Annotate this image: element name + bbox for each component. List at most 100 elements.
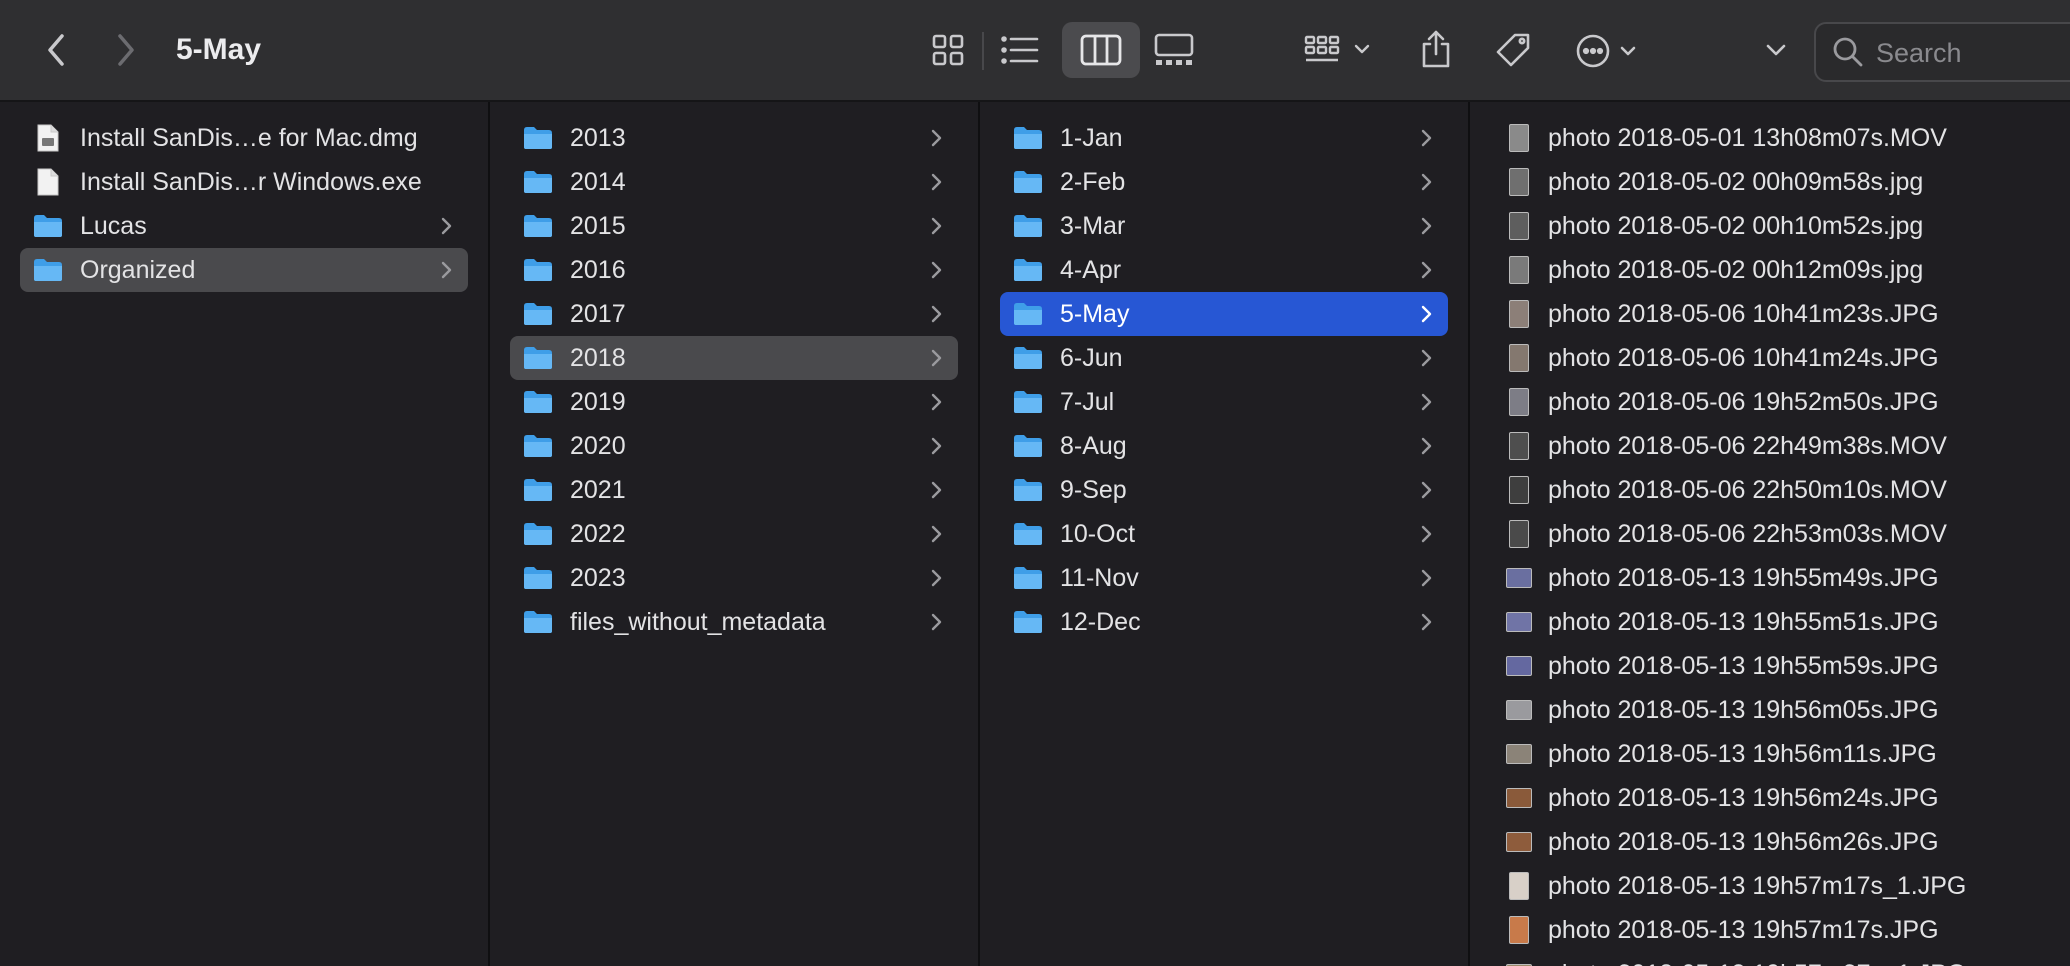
- file-item[interactable]: photo 2018-05-13 19h57m17s.JPG: [1506, 908, 2070, 952]
- back-icon[interactable]: [36, 30, 76, 70]
- folder-item[interactable]: files_without_metadata: [510, 600, 958, 644]
- folder-item[interactable]: 9-Sep: [1000, 468, 1448, 512]
- file-item[interactable]: photo 2018-05-13 19h56m26s.JPG: [1506, 820, 2070, 864]
- folder-item[interactable]: 2015: [510, 204, 958, 248]
- file-item[interactable]: Install SanDis…r Windows.exe: [20, 160, 468, 204]
- file-item[interactable]: photo 2018-05-13 19h55m51s.JPG: [1506, 600, 2070, 644]
- folder-icon: [1012, 344, 1044, 372]
- item-label: 2014: [570, 167, 626, 196]
- item-label: 1-Jan: [1060, 123, 1123, 152]
- file-item[interactable]: photo 2018-05-13 19h57m17s_1.JPG: [1506, 864, 2070, 908]
- forward-icon[interactable]: [106, 30, 146, 70]
- item-label: 2016: [570, 255, 626, 284]
- folder-icon: [1012, 564, 1044, 592]
- item-label: 9-Sep: [1060, 475, 1127, 504]
- file-item[interactable]: photo 2018-05-02 00h09m58s.jpg: [1506, 160, 2070, 204]
- item-label: 2015: [570, 211, 626, 240]
- folder-item[interactable]: 2017: [510, 292, 958, 336]
- toolbar-divider: [982, 32, 984, 70]
- image-thumbnail-icon: [1506, 959, 1532, 966]
- file-item[interactable]: photo 2018-05-06 10h41m24s.JPG: [1506, 336, 2070, 380]
- folder-item[interactable]: Lucas: [20, 204, 468, 248]
- folder-item[interactable]: 2-Feb: [1000, 160, 1448, 204]
- file-item[interactable]: photo 2018-05-13 19h55m59s.JPG: [1506, 644, 2070, 688]
- more-actions-icon[interactable]: [1574, 26, 1648, 76]
- folder-item[interactable]: 2022: [510, 512, 958, 556]
- chevron-right-icon: [930, 126, 944, 150]
- chevron-right-icon: [930, 522, 944, 546]
- chevron-right-icon: [930, 390, 944, 414]
- folder-item[interactable]: 2013: [510, 116, 958, 160]
- folder-icon: [1012, 608, 1044, 636]
- item-label: 2023: [570, 563, 626, 592]
- folder-item[interactable]: 4-Apr: [1000, 248, 1448, 292]
- gallery-view-icon[interactable]: [1152, 28, 1196, 72]
- folder-item[interactable]: Organized: [20, 248, 468, 292]
- folder-item[interactable]: 11-Nov: [1000, 556, 1448, 600]
- column-1[interactable]: Install SanDis…e for Mac.dmg Install SanD…: [0, 102, 490, 966]
- item-label: photo 2018-05-13 19h55m59s.JPG: [1548, 651, 1939, 680]
- chevron-right-icon: [1420, 566, 1434, 590]
- folder-item[interactable]: 2014: [510, 160, 958, 204]
- tag-icon[interactable]: [1488, 26, 1538, 76]
- file-item[interactable]: photo 2018-05-13 19h56m11s.JPG: [1506, 732, 2070, 776]
- folder-item[interactable]: 10-Oct: [1000, 512, 1448, 556]
- folder-item[interactable]: 2021: [510, 468, 958, 512]
- folder-icon: [1012, 300, 1044, 328]
- folder-item[interactable]: 7-Jul: [1000, 380, 1448, 424]
- folder-icon: [522, 344, 554, 372]
- file-item[interactable]: photo 2018-05-06 22h49m38s.MOV: [1506, 424, 2070, 468]
- folder-item[interactable]: 1-Jan: [1000, 116, 1448, 160]
- file-item[interactable]: photo 2018-05-01 13h08m07s.MOV: [1506, 116, 2070, 160]
- folder-item[interactable]: 2019: [510, 380, 958, 424]
- search-field[interactable]: [1814, 22, 2070, 82]
- file-item[interactable]: photo 2018-05-06 22h53m03s.MOV: [1506, 512, 2070, 556]
- item-label: photo 2018-05-02 00h12m09s.jpg: [1548, 255, 1924, 284]
- folder-item[interactable]: 2020: [510, 424, 958, 468]
- file-item[interactable]: photo 2018-05-02 00h12m09s.jpg: [1506, 248, 2070, 292]
- file-item[interactable]: photo 2018-05-13 19h56m05s.JPG: [1506, 688, 2070, 732]
- column-4[interactable]: photo 2018-05-01 13h08m07s.MOV photo 2018…: [1470, 102, 2070, 966]
- folder-icon: [522, 520, 554, 548]
- image-thumbnail-icon: [1506, 739, 1532, 769]
- chevron-down-icon[interactable]: [1756, 30, 1796, 70]
- item-label: photo 2018-05-13 19h56m24s.JPG: [1548, 783, 1939, 812]
- item-label: 2018: [570, 343, 626, 372]
- folder-item[interactable]: 3-Mar: [1000, 204, 1448, 248]
- item-label: photo 2018-05-13 19h57m17s.JPG: [1548, 915, 1939, 944]
- file-item[interactable]: photo 2018-05-06 10h41m23s.JPG: [1506, 292, 2070, 336]
- folder-item[interactable]: 6-Jun: [1000, 336, 1448, 380]
- folder-item[interactable]: 2018: [510, 336, 958, 380]
- file-item[interactable]: Install SanDis…e for Mac.dmg: [20, 116, 468, 160]
- folder-icon: [522, 476, 554, 504]
- folder-item[interactable]: 2016: [510, 248, 958, 292]
- folder-item[interactable]: 2023: [510, 556, 958, 600]
- chevron-right-icon: [1420, 302, 1434, 326]
- file-item[interactable]: photo 2018-05-06 19h52m50s.JPG: [1506, 380, 2070, 424]
- file-item[interactable]: photo 2018-05-02 00h10m52s.jpg: [1506, 204, 2070, 248]
- file-item[interactable]: photo 2018-05-13 19h56m24s.JPG: [1506, 776, 2070, 820]
- chevron-right-icon: [930, 302, 944, 326]
- list-view-icon[interactable]: [998, 28, 1042, 72]
- column-view-icon[interactable]: [1062, 22, 1140, 78]
- folder-icon: [522, 608, 554, 636]
- item-label: 2017: [570, 299, 626, 328]
- icon-view-icon[interactable]: [926, 28, 970, 72]
- image-thumbnail-icon: [1506, 343, 1532, 373]
- image-thumbnail-icon: [1506, 827, 1532, 857]
- group-by-icon[interactable]: [1304, 28, 1384, 72]
- share-icon[interactable]: [1414, 24, 1458, 74]
- folder-item[interactable]: 5-May: [1000, 292, 1448, 336]
- column-3[interactable]: 1-Jan 2-Feb 3-Mar 4-Apr 5-May 6-Jun 7-Jul 8-Aug…: [980, 102, 1470, 966]
- folder-item[interactable]: 12-Dec: [1000, 600, 1448, 644]
- chevron-right-icon: [930, 170, 944, 194]
- image-thumbnail-icon: [1506, 519, 1532, 549]
- file-item[interactable]: photo 2018-05-13 19h57m27s_1.JPG: [1506, 952, 2070, 966]
- file-item[interactable]: photo 2018-05-13 19h55m49s.JPG: [1506, 556, 2070, 600]
- search-input[interactable]: [1874, 32, 2070, 74]
- folder-icon: [522, 168, 554, 196]
- item-label: 4-Apr: [1060, 255, 1122, 284]
- folder-item[interactable]: 8-Aug: [1000, 424, 1448, 468]
- file-item[interactable]: photo 2018-05-06 22h50m10s.MOV: [1506, 468, 2070, 512]
- column-2[interactable]: 2013 2014 2015 2016 2017 2018 2019 2020 2021 2022…: [490, 102, 980, 966]
